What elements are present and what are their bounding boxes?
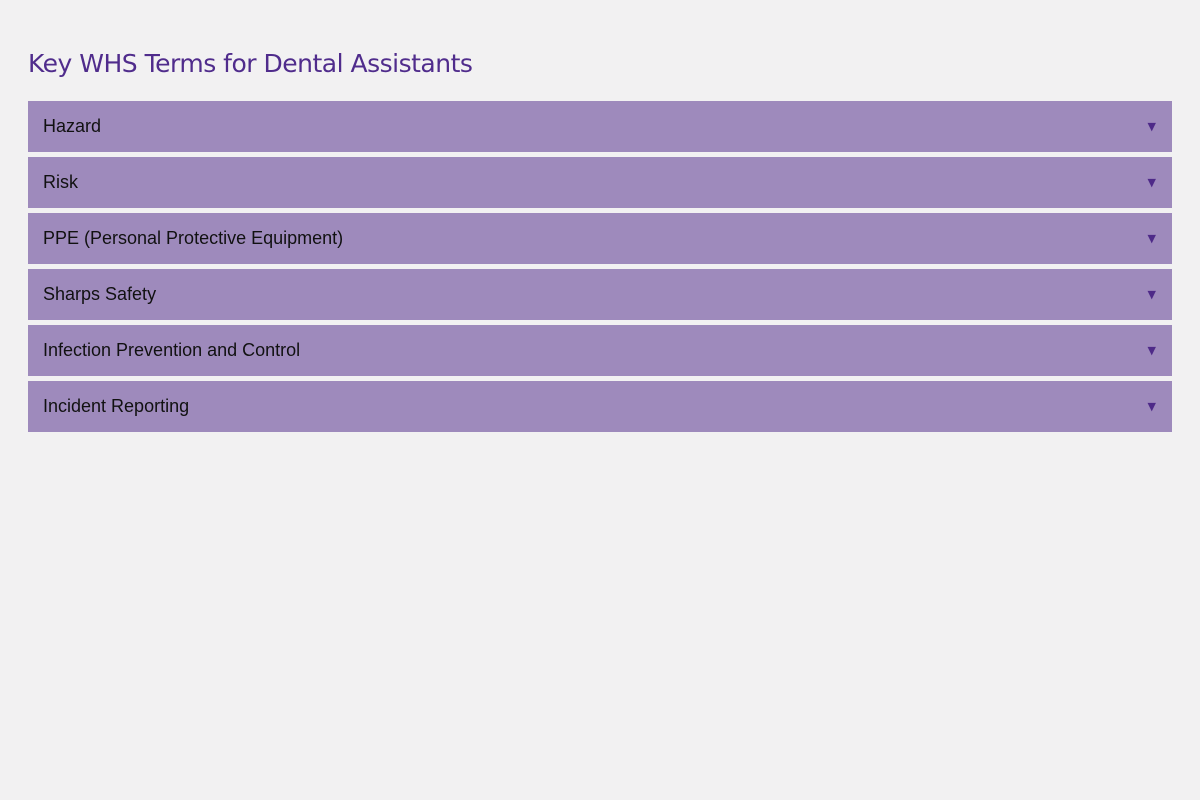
chevron-down-icon[interactable]: ▼ bbox=[1148, 176, 1156, 189]
accordion-item-label: Infection Prevention and Control bbox=[43, 340, 301, 360]
accordion-item-label: Incident Reporting bbox=[43, 396, 190, 416]
accordion-item-label: Risk bbox=[43, 172, 78, 192]
accordion-item-label: Sharps Safety bbox=[43, 284, 157, 304]
accordion-item-label: PPE (Personal Protective Equipment) bbox=[43, 228, 344, 248]
page: Key WHS Terms for Dental Assistants Haza… bbox=[0, 0, 1200, 800]
chevron-down-icon[interactable]: ▼ bbox=[1148, 344, 1156, 357]
accordion-item-label: Hazard bbox=[43, 116, 102, 136]
accordion: Hazard ▼ Risk ▼ PPE (Personal Protective… bbox=[28, 101, 1172, 437]
accordion-item-hazard[interactable]: Hazard ▼ bbox=[28, 101, 1172, 152]
chevron-down-icon[interactable]: ▼ bbox=[1148, 120, 1156, 133]
chevron-down-icon[interactable]: ▼ bbox=[1148, 232, 1156, 245]
accordion-item-infection-prevention[interactable]: Infection Prevention and Control ▼ bbox=[28, 325, 1172, 376]
page-title: Key WHS Terms for Dental Assistants bbox=[28, 49, 473, 78]
accordion-item-risk[interactable]: Risk ▼ bbox=[28, 157, 1172, 208]
accordion-item-incident-reporting[interactable]: Incident Reporting ▼ bbox=[28, 381, 1172, 432]
chevron-down-icon[interactable]: ▼ bbox=[1148, 288, 1156, 301]
chevron-down-icon[interactable]: ▼ bbox=[1148, 400, 1156, 413]
accordion-item-ppe[interactable]: PPE (Personal Protective Equipment) ▼ bbox=[28, 213, 1172, 264]
accordion-item-sharps-safety[interactable]: Sharps Safety ▼ bbox=[28, 269, 1172, 320]
